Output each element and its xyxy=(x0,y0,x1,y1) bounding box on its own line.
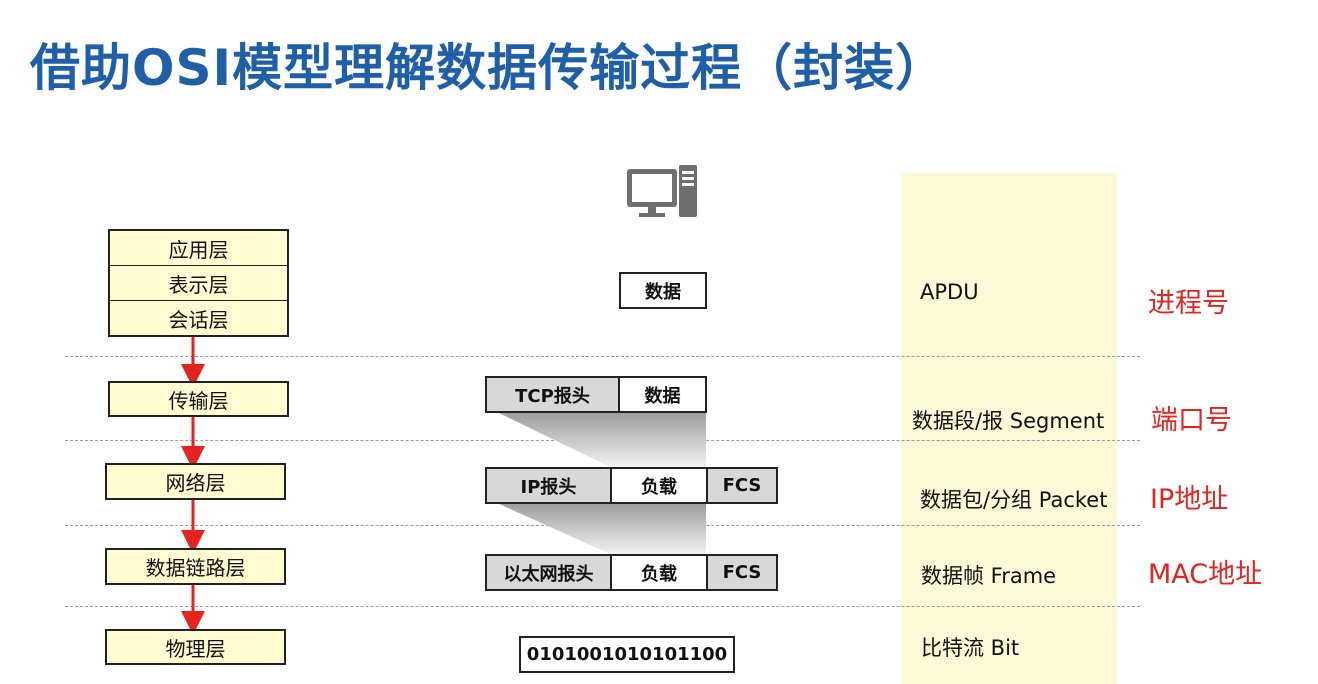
address-mac: MAC地址 xyxy=(1148,559,1263,590)
unit-apdu: APDU xyxy=(920,280,979,304)
layer-session: 会话层 xyxy=(168,307,229,332)
layer-network: 网络层 xyxy=(105,463,286,500)
tcp-header-cell: TCP报头 xyxy=(487,378,618,411)
layer-transport: 传输层 xyxy=(108,381,289,417)
eth-payload-cell: 负载 xyxy=(610,556,706,589)
eth-header-cell: 以太网报头 xyxy=(487,556,610,589)
computer-icon xyxy=(627,165,697,217)
eth-fcs-cell: FCS xyxy=(706,556,776,589)
ip-payload-cell: 负载 xyxy=(610,469,706,502)
address-ip: IP地址 xyxy=(1150,484,1229,515)
packet-ethernet-frame: 以太网报头 负载 FCS xyxy=(485,554,778,591)
layer-physical: 物理层 xyxy=(105,629,286,665)
address-process: 进程号 xyxy=(1148,288,1229,319)
encapsulation-shading-1 xyxy=(497,412,706,467)
ip-header-cell: IP报头 xyxy=(487,469,610,502)
packet-ip: IP报头 负载 FCS xyxy=(485,467,778,504)
tcp-data-cell: 数据 xyxy=(618,378,705,411)
encapsulation-shading-2 xyxy=(497,503,706,554)
layer-datalink: 数据链路层 xyxy=(105,548,286,585)
packet-tcp-segment: TCP报头 数据 xyxy=(485,376,707,413)
unit-segment: 数据段/报 Segment xyxy=(912,409,1105,433)
unit-frame: 数据帧 Frame xyxy=(921,564,1057,588)
ip-fcs-cell: FCS xyxy=(706,469,776,502)
bit-stream-box: 0101001010101100 xyxy=(519,636,735,673)
unit-bit: 比特流 Bit xyxy=(921,636,1020,660)
upper-layers-stack: 应用层 表示层 会话层 xyxy=(108,229,289,337)
unit-packet: 数据包/分组 Packet xyxy=(920,488,1108,512)
address-port: 端口号 xyxy=(1151,405,1232,436)
layer-presentation: 表示层 xyxy=(110,266,287,301)
packet-app-data: 数据 xyxy=(619,272,707,309)
app-data-cell: 数据 xyxy=(621,274,705,307)
layer-application: 应用层 xyxy=(110,231,287,266)
